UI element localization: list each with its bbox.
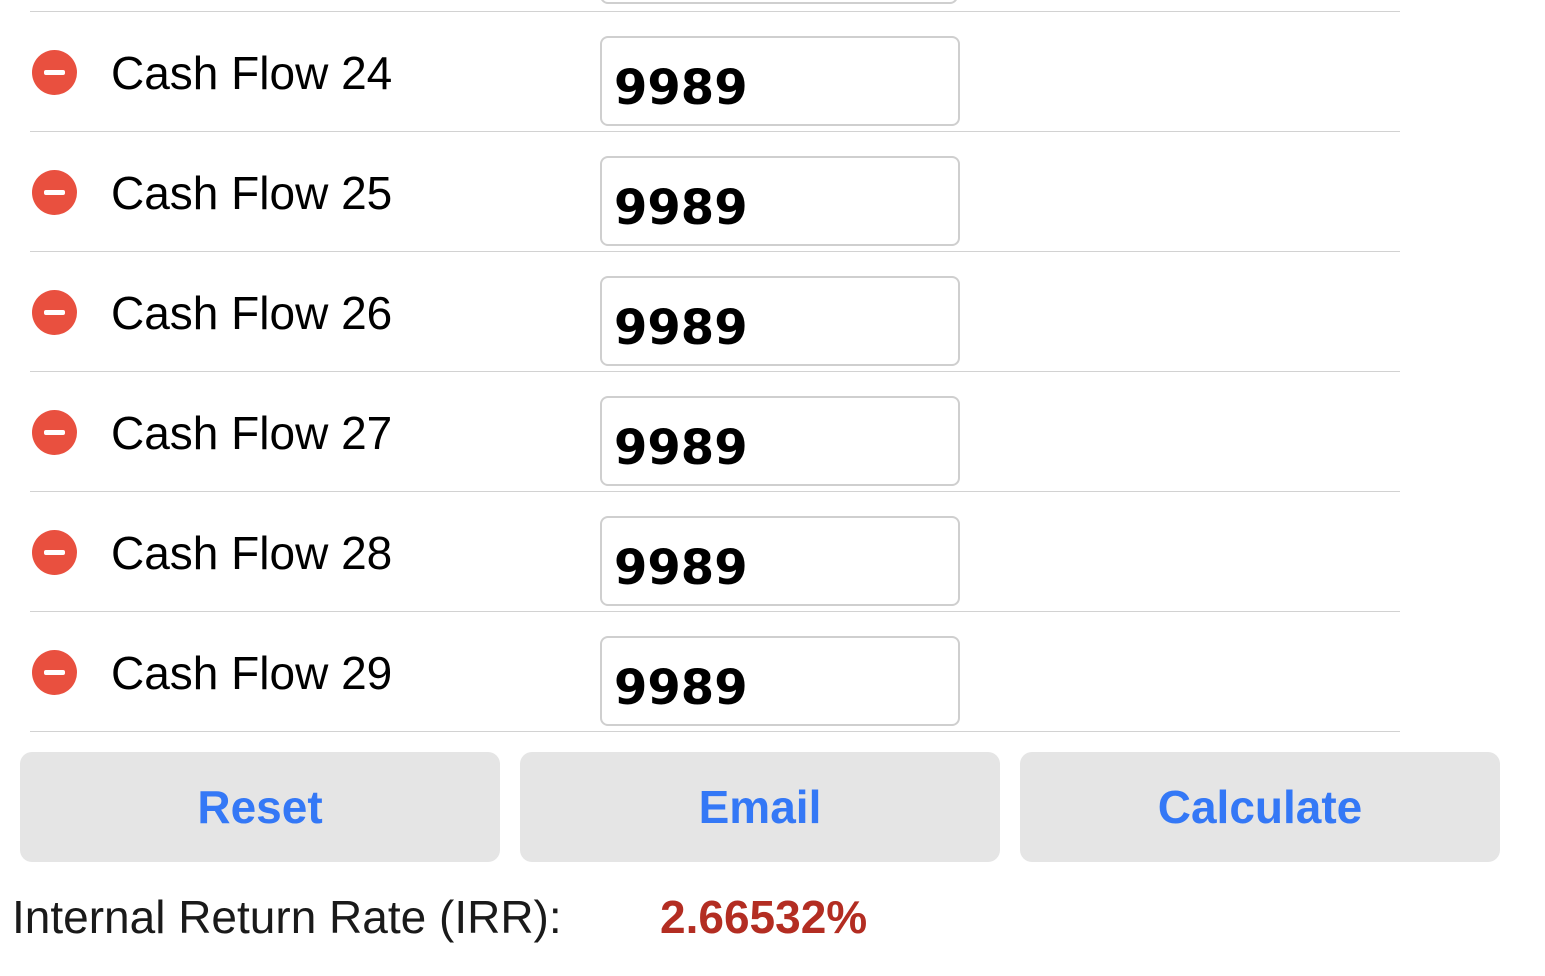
cash-flow-list: Cash Flow 24 Cash Flow 25 Cash Flow 26 Cash…: [0, 12, 1545, 732]
reset-button[interactable]: Reset: [20, 752, 500, 862]
cash-flow-input[interactable]: [600, 276, 960, 366]
cash-flow-input[interactable]: [600, 156, 960, 246]
row-separator: [30, 731, 1400, 732]
cash-flow-label: Cash Flow 28: [111, 527, 393, 579]
remove-cash-flow-button[interactable]: [32, 650, 77, 695]
cash-flow-row: Cash Flow 29: [0, 612, 1545, 732]
cash-flow-input[interactable]: [600, 36, 960, 126]
minus-circle-icon: [44, 190, 65, 195]
remove-cash-flow-button[interactable]: [32, 50, 77, 95]
minus-circle-icon: [44, 550, 65, 555]
remove-cash-flow-button[interactable]: [32, 530, 77, 575]
minus-circle-icon: [44, 670, 65, 675]
cash-flow-input[interactable]: [600, 516, 960, 606]
remove-cash-flow-button[interactable]: [32, 170, 77, 215]
cash-flow-row: Cash Flow 28: [0, 492, 1545, 612]
calculate-button[interactable]: Calculate: [1020, 752, 1500, 862]
email-button[interactable]: Email: [520, 752, 1000, 862]
cash-flow-input[interactable]: [600, 636, 960, 726]
remove-cash-flow-button[interactable]: [32, 410, 77, 455]
cash-flow-input[interactable]: [600, 396, 960, 486]
minus-circle-icon: [44, 310, 65, 315]
minus-circle-icon: [44, 430, 65, 435]
cash-flow-label: Cash Flow 26: [111, 287, 393, 339]
cash-flow-label: Cash Flow 25: [111, 167, 393, 219]
irr-value: 2.66532%: [660, 891, 868, 943]
cash-flow-label: Cash Flow 24: [111, 47, 393, 99]
cash-flow-row: Cash Flow 26: [0, 252, 1545, 372]
minus-circle-icon: [44, 70, 65, 75]
cash-flow-row: Cash Flow 24: [0, 12, 1545, 132]
remove-cash-flow-button[interactable]: [32, 290, 77, 335]
cash-flow-23-input-partial[interactable]: [600, 0, 958, 4]
cash-flow-label: Cash Flow 29: [111, 647, 393, 699]
irr-label: Internal Return Rate (IRR):: [12, 891, 562, 943]
cash-flow-row: Cash Flow 27: [0, 372, 1545, 492]
cash-flow-row: Cash Flow 25: [0, 132, 1545, 252]
cash-flow-label: Cash Flow 27: [111, 407, 393, 459]
